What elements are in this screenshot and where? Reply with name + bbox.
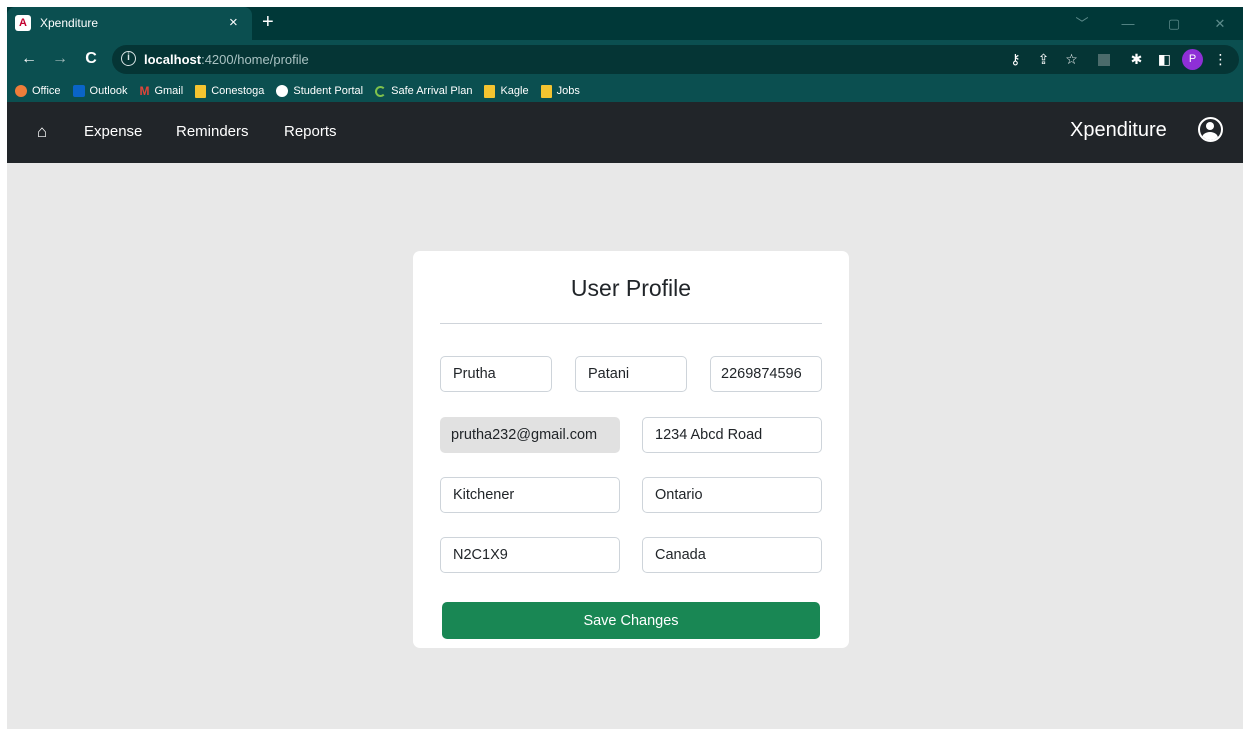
email-field (440, 417, 620, 453)
key-icon[interactable]: ⚷ (1005, 49, 1026, 70)
folder-icon (540, 84, 552, 98)
bookmark-label: Conestoga (211, 85, 265, 97)
divider (440, 323, 822, 324)
window-controls: ﹀ — ▢ ✕ (1059, 7, 1243, 40)
share-icon[interactable]: ⇪ (1033, 49, 1054, 70)
address-bar[interactable]: i localhost:4200/home/profile ⚷ ⇪ ☆ ✱ ◧ … (112, 45, 1239, 74)
phone-field[interactable] (710, 356, 822, 392)
folder-icon (195, 84, 207, 98)
bookmark-conestoga[interactable]: Conestoga (195, 84, 265, 98)
site-info-icon[interactable]: i (121, 51, 136, 66)
bookmark-jobs[interactable]: Jobs (540, 84, 580, 98)
country-field[interactable] (642, 537, 822, 573)
bookmarks-bar: Office Outlook M Gmail Conestoga Student … (7, 80, 1243, 102)
nav-link-reports[interactable]: Reports (284, 123, 337, 140)
nav-link-expense[interactable]: Expense (84, 123, 142, 140)
folder-icon (484, 84, 496, 98)
close-window-icon[interactable]: ✕ (1197, 7, 1243, 40)
bookmark-label: Jobs (556, 85, 580, 97)
bookmark-student-portal[interactable]: Student Portal (276, 85, 363, 97)
app-navbar: ⌂ Expense Reminders Reports Xpenditure (7, 102, 1243, 163)
toolbar-icons: ⚷ ⇪ ☆ ✱ ◧ P ⋮ (1005, 49, 1231, 70)
forward-arrow-icon[interactable]: → (49, 48, 71, 70)
address-field[interactable] (642, 417, 822, 453)
browser-toolbar: ← → C i localhost:4200/home/profile ⚷ ⇪ … (7, 40, 1243, 80)
profile-avatar[interactable]: P (1182, 49, 1203, 70)
city-field[interactable] (440, 477, 620, 513)
bookmark-kagle[interactable]: Kagle (484, 84, 529, 98)
bookmark-office[interactable]: Office (15, 85, 61, 97)
bookmark-label: Outlook (89, 85, 128, 97)
bookmark-label: Safe Arrival Plan (391, 85, 473, 97)
province-field[interactable] (642, 477, 822, 513)
reload-icon[interactable]: C (80, 48, 102, 70)
puzzle-icon[interactable]: ✱ (1126, 49, 1147, 70)
gmail-icon: M (139, 84, 150, 98)
url-text[interactable]: localhost:4200/home/profile (144, 52, 309, 67)
bookmark-label: Student Portal (293, 85, 364, 97)
first-name-field[interactable] (440, 356, 552, 392)
save-changes-button[interactable]: Save Changes (442, 602, 820, 639)
bookmark-safe-arrival-plan[interactable]: Safe Arrival Plan (375, 85, 472, 97)
last-name-field[interactable] (575, 356, 687, 392)
postal-code-field[interactable] (440, 537, 620, 573)
sidepanel-icon[interactable]: ◧ (1154, 49, 1175, 70)
minimize-icon[interactable]: — (1105, 7, 1151, 40)
star-icon[interactable]: ☆ (1061, 49, 1082, 70)
bookmark-label: Kagle (500, 85, 529, 97)
user-circle-icon[interactable] (1198, 117, 1223, 142)
bookmark-label: Gmail (154, 85, 184, 97)
brand-title[interactable]: Xpenditure (1070, 119, 1167, 142)
bookmark-gmail[interactable]: M Gmail (139, 85, 183, 97)
angular-favicon-icon: A (15, 15, 31, 31)
bookmark-label: Office (32, 85, 61, 97)
extension-tile-icon[interactable] (1089, 49, 1119, 70)
outlook-icon (72, 85, 85, 97)
menu-icon[interactable]: ⋮ (1210, 49, 1231, 70)
profile-card: User Profile Save Changes (413, 251, 849, 648)
tab-title: Xpenditure (40, 16, 99, 30)
tab-close-icon[interactable]: × (229, 14, 238, 31)
tab-search-icon[interactable]: ﹀ (1059, 7, 1105, 40)
home-icon[interactable]: ⌂ (32, 122, 52, 142)
back-arrow-icon[interactable]: ← (18, 48, 40, 70)
tab-xpenditure[interactable]: A Xpenditure × (7, 7, 252, 40)
tab-strip: A Xpenditure × + ﹀ — ▢ ✕ (7, 7, 1243, 40)
page-title: User Profile (570, 275, 692, 301)
browser-window: A Xpenditure × + ﹀ — ▢ ✕ ← → C i localho… (7, 7, 1243, 729)
bookmark-outlook[interactable]: Outlook (72, 85, 128, 97)
office-icon (15, 85, 27, 97)
restore-icon[interactable]: ▢ (1151, 7, 1197, 40)
new-tab-button[interactable]: + (262, 12, 274, 32)
safe-arrival-icon (375, 85, 387, 97)
nav-link-reminders[interactable]: Reminders (176, 123, 249, 140)
globe-icon (276, 85, 289, 97)
